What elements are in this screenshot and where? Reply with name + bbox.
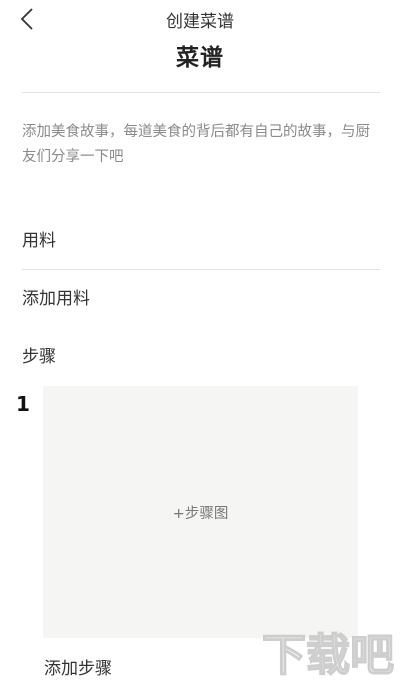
svg-text:下载吧: 下载吧 [262, 630, 394, 680]
add-step-button[interactable]: 添加步骤 [44, 654, 112, 679]
step-number: 1 [16, 392, 30, 416]
step-photo-upload[interactable]: +步骤图 [43, 386, 358, 638]
add-ingredient-button[interactable]: 添加用料 [22, 284, 90, 309]
step-photo-label: +步骤图 [172, 505, 229, 522]
recipe-name-field[interactable]: 菜谱 [0, 38, 400, 72]
watermark-logo: 下载吧 [261, 629, 394, 680]
ingredients-heading: 用料 [22, 231, 56, 251]
page-title: 创建菜谱 [166, 12, 234, 32]
recipe-story-field[interactable]: 添加美食故事，每道美食的背后都有自己的故事，与厨友们分享一下吧 [22, 120, 382, 170]
steps-heading: 步骤 [22, 347, 56, 367]
divider [22, 269, 380, 270]
divider [22, 92, 380, 93]
